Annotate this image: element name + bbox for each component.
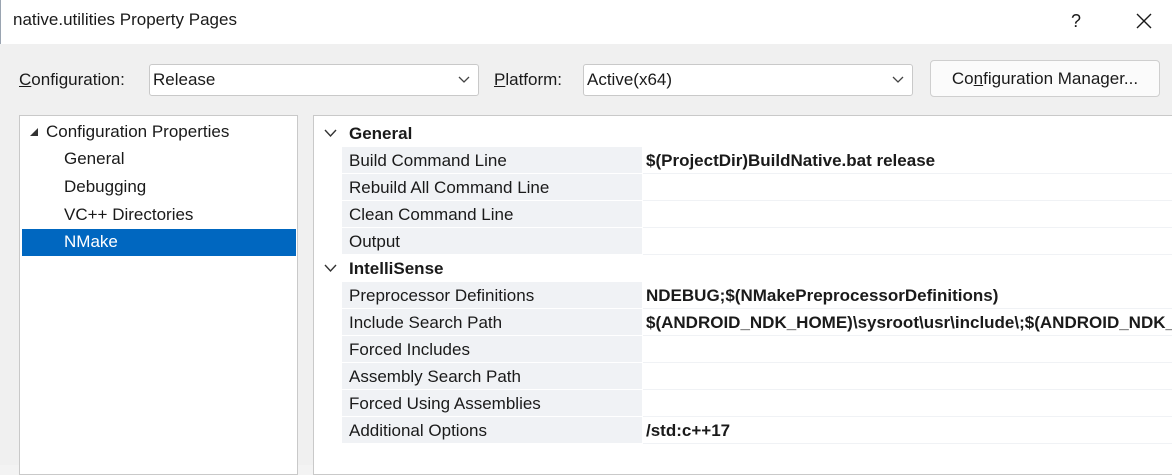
property-name: Forced Using Assemblies [349, 394, 541, 413]
property-name: Include Search Path [349, 313, 503, 332]
platform-value: Active(x64) [587, 70, 673, 89]
property-value-cell[interactable] [643, 336, 1172, 363]
property-value-cell[interactable]: NDEBUG;$(NMakePreprocessorDefinitions) [643, 282, 1172, 309]
property-name: Forced Includes [349, 340, 470, 359]
property-value: NDEBUG;$(NMakePreprocessorDefinitions) [646, 286, 999, 305]
tree-item-debugging[interactable]: Debugging [22, 174, 296, 201]
row-gutter [314, 174, 342, 201]
row-gutter [314, 228, 342, 255]
help-button[interactable]: ? [1061, 4, 1091, 38]
close-button[interactable] [1127, 4, 1161, 38]
property-name-cell: Include Search Path [342, 309, 642, 336]
tree-item-label: VC++ Directories [64, 205, 194, 224]
tree-item-nmake[interactable]: NMake [22, 229, 296, 256]
property-value-cell[interactable] [643, 363, 1172, 390]
property-row-forced-includes[interactable]: Forced Includes [314, 336, 1172, 363]
chevron-down-icon[interactable] [324, 264, 337, 273]
property-row-build-command-line[interactable]: Build Command Line $(ProjectDir)BuildNat… [314, 147, 1172, 174]
property-name: Output [349, 232, 401, 251]
property-name: Assembly Search Path [349, 367, 521, 386]
property-value-cell[interactable] [643, 174, 1172, 201]
category-label: General [349, 124, 413, 143]
property-tree: Configuration Properties General Debuggi… [19, 115, 298, 475]
chevron-down-icon[interactable] [324, 129, 337, 138]
property-row-preprocessor-definitions[interactable]: Preprocessor Definitions NDEBUG;$(NMakeP… [314, 282, 1172, 309]
property-value: $(ProjectDir)BuildNative.bat release [646, 151, 936, 170]
row-gutter [314, 147, 342, 174]
property-value: $(ANDROID_NDK_HOME)\sysroot\usr\include\… [646, 313, 1172, 332]
configuration-value: Release [153, 70, 216, 89]
row-gutter [314, 363, 342, 390]
category-label: IntelliSense [349, 259, 444, 278]
property-row-assembly-search-path[interactable]: Assembly Search Path [314, 363, 1172, 390]
category-general[interactable]: General [314, 120, 1172, 147]
triangle-expanded-icon[interactable] [28, 126, 40, 138]
row-gutter [314, 390, 342, 417]
tree-item-general[interactable]: General [22, 146, 296, 173]
property-value: /std:c++17 [646, 421, 731, 440]
platform-label: Platform: [494, 70, 563, 89]
property-name-cell: Assembly Search Path [342, 363, 642, 390]
tree-item-label: Debugging [64, 177, 147, 196]
platform-dropdown[interactable]: Active(x64) [583, 64, 913, 96]
property-name-cell: Rebuild All Command Line [342, 174, 642, 201]
property-row-rebuild-all-command-line[interactable]: Rebuild All Command Line [314, 174, 1172, 201]
property-value-cell[interactable]: $(ANDROID_NDK_HOME)\sysroot\usr\include\… [643, 309, 1172, 336]
property-row-output[interactable]: Output [314, 228, 1172, 255]
property-value-cell[interactable]: $(ProjectDir)BuildNative.bat release [643, 147, 1172, 174]
chevron-down-icon [892, 76, 904, 83]
property-pages-dialog: native.utilities Property Pages ? Config… [0, 0, 1172, 475]
property-name: Rebuild All Command Line [349, 178, 550, 197]
property-name: Additional Options [349, 421, 487, 440]
row-gutter [314, 309, 342, 336]
configuration-label: Configuration: [19, 70, 125, 89]
row-gutter [314, 336, 342, 363]
configuration-dropdown[interactable]: Release [149, 64, 479, 96]
chevron-down-icon [458, 76, 470, 83]
property-name-cell: Forced Includes [342, 336, 642, 363]
title-bar: native.utilities Property Pages ? [0, 0, 1172, 44]
property-row-forced-using-assemblies[interactable]: Forced Using Assemblies [314, 390, 1172, 417]
property-name: Clean Command Line [349, 205, 514, 224]
property-grid: General Build Command Line $(ProjectDir)… [313, 115, 1172, 475]
property-name-cell: Additional Options [342, 417, 642, 444]
property-row-clean-command-line[interactable]: Clean Command Line [314, 201, 1172, 228]
tree-root-label: Configuration Properties [46, 122, 230, 141]
close-icon [1136, 13, 1152, 29]
property-name-cell: Output [342, 228, 642, 255]
row-gutter [314, 417, 342, 444]
tree-item-vc-directories[interactable]: VC++ Directories [22, 202, 296, 229]
property-row-include-search-path[interactable]: Include Search Path $(ANDROID_NDK_HOME)\… [314, 309, 1172, 336]
property-name: Build Command Line [349, 151, 507, 170]
property-value-cell[interactable] [643, 228, 1172, 255]
property-value-cell[interactable] [643, 390, 1172, 417]
tree-item-label: General [64, 149, 125, 168]
property-value-cell[interactable]: /std:c++17 [643, 417, 1172, 444]
property-name-cell: Forced Using Assemblies [342, 390, 642, 417]
property-name: Preprocessor Definitions [349, 286, 535, 305]
property-value-cell[interactable] [643, 201, 1172, 228]
row-gutter [314, 201, 342, 228]
property-name-cell: Preprocessor Definitions [342, 282, 642, 309]
property-row-additional-options[interactable]: Additional Options /std:c++17 [314, 417, 1172, 444]
property-name-cell: Build Command Line [342, 147, 642, 174]
property-name-cell: Clean Command Line [342, 201, 642, 228]
window-title: native.utilities Property Pages [13, 10, 237, 29]
tree-item-label: NMake [64, 232, 118, 251]
row-gutter [314, 282, 342, 309]
category-intellisense[interactable]: IntelliSense [314, 255, 1172, 282]
configuration-manager-button[interactable]: Configuration Manager... [930, 60, 1160, 97]
